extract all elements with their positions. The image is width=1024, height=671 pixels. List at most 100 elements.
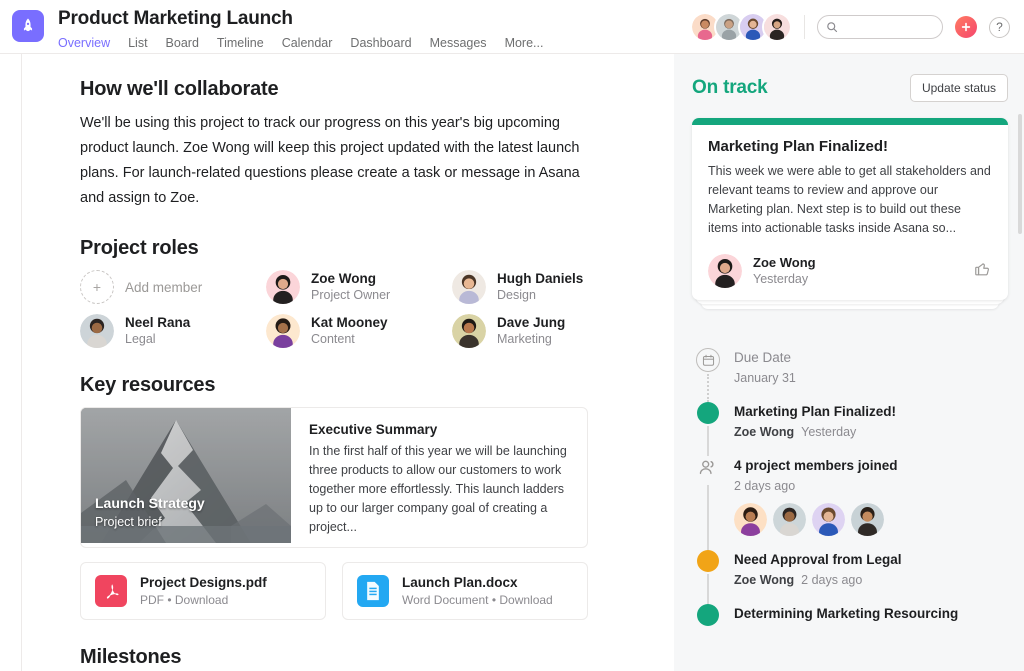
timeline-content: Due Date January 31 [724, 348, 1008, 402]
timeline-title: Marketing Plan Finalized! [734, 404, 897, 419]
search-input[interactable] [843, 21, 934, 33]
resource-thumb-label: Launch Strategy Project brief [95, 494, 205, 531]
milestones-section: Milestones Finalize marketing plan and d… [80, 646, 626, 671]
timeline-item-members-joined[interactable]: 4 project members joined 2 days ago [692, 456, 1008, 550]
add-member-button[interactable]: + Add member [80, 270, 266, 304]
avatar[interactable] [762, 12, 792, 42]
timeline-item-due-date[interactable]: Due Date January 31 [692, 348, 1008, 402]
timeline-subtitle: Zoe Wong Yesterday [734, 422, 1008, 442]
avatar[interactable] [734, 503, 767, 536]
status-card-body: This week we were able to get all stakeh… [708, 164, 991, 235]
file-card-launch-plan[interactable]: Launch Plan.docx Word Document • Downloa… [342, 562, 588, 620]
status-update-card[interactable]: Marketing Plan Finalized! This week we w… [692, 118, 1008, 300]
resource-description: In the first half of this year we will b… [309, 444, 567, 534]
app-body: How we'll collaborate We'll be using thi… [0, 54, 1024, 671]
app-header: Product Marketing Launch Overview List B… [0, 0, 1024, 60]
timeline-content: 4 project members joined 2 days ago [724, 456, 1008, 550]
help-button[interactable]: ? [989, 16, 1010, 38]
add-button[interactable] [955, 16, 977, 38]
avatar[interactable] [773, 503, 806, 536]
timeline-title: Need Approval from Legal [734, 552, 902, 567]
calendar-icon [696, 348, 720, 372]
header-divider [804, 15, 805, 39]
timeline-gutter [692, 550, 724, 604]
resource-thumbnail: Launch Strategy Project brief [81, 408, 291, 543]
timeline-gutter [692, 402, 724, 456]
milestones-heading: Milestones [80, 646, 182, 668]
timeline-time: Yesterday [801, 425, 857, 439]
status-card-color-bar [692, 118, 1008, 125]
asana-project-overview: Product Marketing Launch Overview List B… [0, 0, 1024, 671]
update-status-button[interactable]: Update status [909, 74, 1008, 102]
avatar[interactable] [851, 503, 884, 536]
member-role: Design [497, 288, 536, 302]
avatar [266, 314, 300, 348]
role-text: Neel Rana Legal [125, 314, 190, 348]
status-card-author: Zoe Wong [753, 255, 816, 270]
project-roles-section: Project roles + Add member Zoe Wong Proj… [80, 237, 626, 348]
thumbs-up-icon[interactable] [973, 259, 992, 283]
add-member-label: Add member [125, 279, 203, 295]
member-name: Dave Jung [497, 315, 566, 330]
search-icon [827, 22, 838, 33]
role-member-hugh-daniels[interactable]: Hugh Daniels Design [452, 270, 626, 304]
status-card-time: Yesterday [753, 272, 809, 286]
project-status-panel: On track Update status Marketing Plan Fi… [674, 54, 1024, 671]
panel-scrollbar[interactable] [1018, 114, 1022, 234]
word-file-icon [357, 575, 389, 607]
timeline-item-status-update-3[interactable]: Determining Marketing Resourcing [692, 604, 1008, 638]
timeline-title: Due Date [734, 350, 792, 365]
role-text: Hugh Daniels Design [497, 270, 583, 304]
status-header: On track Update status [692, 74, 1008, 102]
member-role: Legal [125, 332, 156, 346]
member-avatar-stack[interactable] [690, 12, 792, 42]
status-dot-orange [697, 550, 719, 572]
file-meta: Launch Plan.docx Word Document • Downloa… [402, 574, 553, 609]
header-title-block: Product Marketing Launch Overview List B… [58, 8, 543, 60]
timeline-avatars [734, 503, 1008, 536]
status-card-inner: Marketing Plan Finalized! This week we w… [692, 125, 1008, 300]
avatar[interactable] [812, 503, 845, 536]
avatar [80, 314, 114, 348]
role-text: Dave Jung Marketing [497, 314, 565, 348]
timeline-author: Zoe Wong [734, 425, 795, 439]
role-member-zoe-wong[interactable]: Zoe Wong Project Owner [266, 270, 452, 304]
role-member-kat-mooney[interactable]: Kat Mooney Content [266, 314, 452, 348]
avatar [708, 254, 742, 288]
role-text: Zoe Wong Project Owner [311, 270, 390, 304]
timeline-author: Zoe Wong [734, 573, 795, 587]
avatar [266, 270, 300, 304]
timeline-gutter [692, 604, 724, 638]
timeline-content: Need Approval from Legal Zoe Wong 2 days… [724, 550, 1008, 604]
overview-main-column: How we'll collaborate We'll be using thi… [22, 54, 674, 671]
member-name: Hugh Daniels [497, 271, 584, 286]
key-resources-section: Key resources Launch Strategy Project br… [80, 374, 626, 620]
timeline-content: Determining Marketing Resourcing [724, 604, 1008, 638]
file-card-project-designs[interactable]: Project Designs.pdf PDF • Download [80, 562, 326, 620]
file-meta: Project Designs.pdf PDF • Download [140, 574, 267, 609]
project-roles-heading: Project roles [80, 237, 199, 259]
file-attachments: Project Designs.pdf PDF • Download Launc… [80, 562, 626, 620]
add-member-icon[interactable]: + [80, 270, 114, 304]
avatar [452, 270, 486, 304]
timeline-gutter [692, 348, 724, 402]
timeline-time: 2 days ago [801, 573, 863, 587]
file-sub: Word Document • Download [402, 592, 553, 607]
featured-resource-card[interactable]: Launch Strategy Project brief Executive … [80, 407, 588, 548]
resource-body: Executive Summary In the first half of t… [291, 408, 587, 547]
search-box[interactable] [817, 15, 943, 39]
role-member-dave-jung[interactable]: Dave Jung Marketing [452, 314, 626, 348]
role-text: Kat Mooney Content [311, 314, 388, 348]
role-member-neel-rana[interactable]: Neel Rana Legal [80, 314, 266, 348]
resource-thumb-subtitle: Project brief [95, 515, 162, 529]
file-name: Launch Plan.docx [402, 574, 518, 590]
status-badge: On track [692, 77, 768, 98]
status-timeline: Due Date January 31 Marketing Plan Final… [692, 348, 1008, 638]
timeline-content: Marketing Plan Finalized! Zoe Wong Yeste… [724, 402, 1008, 456]
header-right: ? [676, 0, 1024, 54]
member-role: Content [311, 332, 355, 346]
avatar [452, 314, 486, 348]
timeline-title: Determining Marketing Resourcing [734, 606, 959, 621]
timeline-item-status-update-2[interactable]: Need Approval from Legal Zoe Wong 2 days… [692, 550, 1008, 604]
timeline-item-status-update-1[interactable]: Marketing Plan Finalized! Zoe Wong Yeste… [692, 402, 1008, 456]
